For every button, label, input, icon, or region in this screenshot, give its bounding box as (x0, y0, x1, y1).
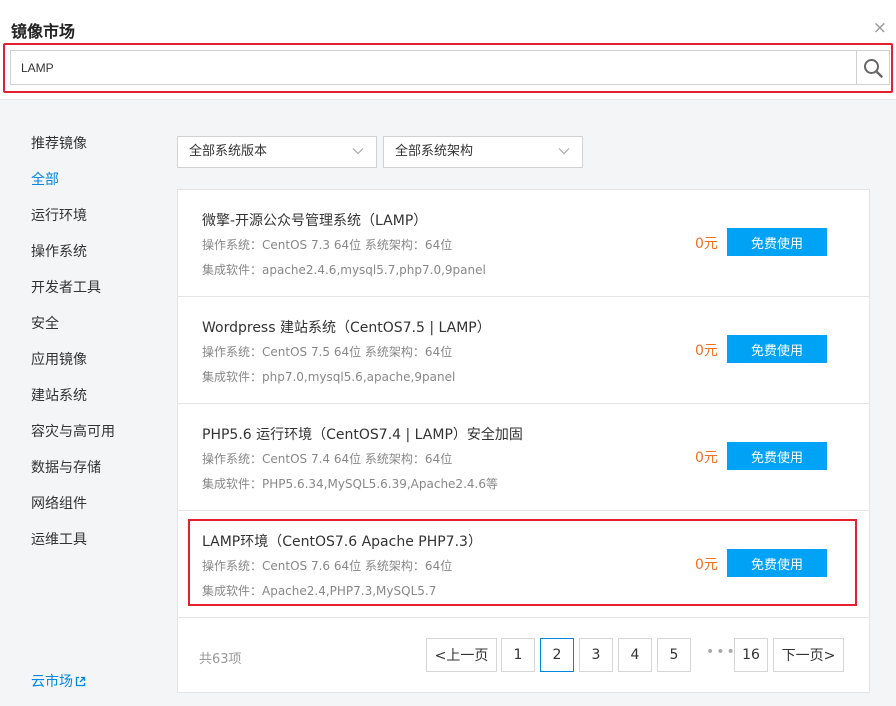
image-price: 0元 (695, 236, 718, 252)
page-button-4[interactable]: 4 (618, 638, 652, 672)
search-input[interactable] (11, 51, 856, 84)
image-price: 0元 (695, 343, 718, 359)
page-button-5[interactable]: 5 (657, 638, 691, 672)
list-item: PHP5.6 运行环境（CentOS7.4 | LAMP）安全加固 操作系统：C… (178, 404, 869, 511)
modal-header: 镜像市场 × (0, 0, 896, 100)
cloud-market-label: 云市场 (31, 674, 73, 690)
version-select[interactable]: 全部系统版本 (177, 136, 377, 168)
chevron-down-icon (352, 148, 364, 155)
sidebar-item-recommended[interactable]: 推荐镜像 (31, 126, 151, 162)
free-use-button[interactable]: 免费使用 (727, 228, 827, 256)
page-button-2[interactable]: 2 (540, 638, 574, 672)
pagination: 共63项 <上一页 1 2 3 4 5 ••• 16 下一页> (178, 618, 869, 692)
search-icon (864, 58, 883, 78)
sidebar-item-site-building[interactable]: 建站系统 (31, 378, 151, 414)
search-button[interactable] (856, 51, 889, 84)
free-use-button[interactable]: 免费使用 (727, 335, 827, 363)
sidebar-item-network[interactable]: 网络组件 (31, 486, 151, 522)
page-ellipsis: ••• (706, 644, 737, 660)
chevron-down-icon (558, 148, 570, 155)
page-button-1[interactable]: 1 (501, 638, 535, 672)
image-software: 集成软件：php7.0,mysql5.6,apache,9panel (202, 370, 456, 384)
image-name: PHP5.6 运行环境（CentOS7.4 | LAMP）安全加固 (202, 427, 523, 443)
free-use-button[interactable]: 免费使用 (727, 442, 827, 470)
arch-select-value: 全部系统架构 (395, 144, 474, 159)
image-software: 集成软件：PHP5.6.34,MySQL5.6.39,Apache2.4.6等 (202, 477, 498, 491)
arch-select[interactable]: 全部系统架构 (383, 136, 583, 168)
image-name: Wordpress 建站系统（CentOS7.5 | LAMP） (202, 320, 491, 336)
sidebar-item-all[interactable]: 全部 (31, 162, 151, 198)
image-price: 0元 (695, 450, 718, 466)
sidebar-item-app-images[interactable]: 应用镜像 (31, 342, 151, 378)
image-os: 操作系统：CentOS 7.3 64位 系统架构：64位 (202, 238, 453, 252)
page-button-3[interactable]: 3 (579, 638, 613, 672)
close-icon[interactable]: × (873, 20, 887, 37)
page-button-16[interactable]: 16 (734, 638, 768, 672)
external-link-icon (75, 676, 86, 686)
prev-page-button[interactable]: <上一页 (426, 638, 497, 672)
sidebar-item-ops-tools[interactable]: 运维工具 (31, 522, 151, 558)
image-os: 操作系统：CentOS 7.4 64位 系统架构：64位 (202, 452, 453, 466)
image-name: 微擎-开源公众号管理系统（LAMP） (202, 213, 428, 229)
modal-title: 镜像市场 (11, 22, 76, 41)
cloud-market-link[interactable]: 云市场 (31, 671, 86, 691)
search-box (10, 50, 890, 85)
sidebar-item-disaster-recovery[interactable]: 容灾与高可用 (31, 414, 151, 450)
list-item: Wordpress 建站系统（CentOS7.5 | LAMP） 操作系统：Ce… (178, 297, 869, 404)
image-os: 操作系统：CentOS 7.5 64位 系统架构：64位 (202, 345, 453, 359)
sidebar-item-dev-tools[interactable]: 开发者工具 (31, 270, 151, 306)
sidebar-item-security[interactable]: 安全 (31, 306, 151, 342)
total-count: 共63项 (199, 652, 242, 667)
image-software: 集成软件：apache2.4.6,mysql5.7,php7.0,9panel (202, 263, 486, 277)
version-select-value: 全部系统版本 (189, 144, 268, 159)
sidebar-item-runtime[interactable]: 运行环境 (31, 198, 151, 234)
list-item: 微擎-开源公众号管理系统（LAMP） 操作系统：CentOS 7.3 64位 系… (178, 190, 869, 297)
next-page-button[interactable]: 下一页> (773, 638, 844, 672)
selected-item-highlight (188, 519, 857, 606)
category-sidebar: 推荐镜像 全部 运行环境 操作系统 开发者工具 安全 应用镜像 建站系统 容灾与… (31, 126, 151, 558)
sidebar-item-os[interactable]: 操作系统 (31, 234, 151, 270)
image-list: 微擎-开源公众号管理系统（LAMP） 操作系统：CentOS 7.3 64位 系… (177, 189, 870, 693)
sidebar-item-data-storage[interactable]: 数据与存储 (31, 450, 151, 486)
